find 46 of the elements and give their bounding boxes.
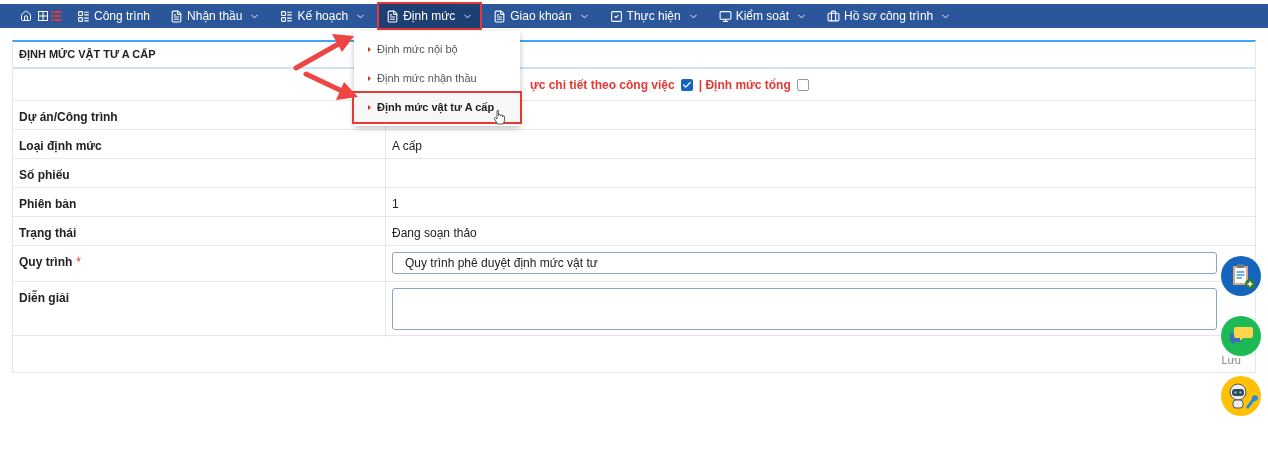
monitor-icon [718, 9, 732, 23]
form-title: ĐỊNH MỨC VẬT TƯ A CẤP [19, 47, 156, 63]
field-value: Đang soạn thảo [392, 226, 477, 240]
clipboard-add-icon[interactable] [1221, 256, 1261, 296]
grid-menu-icon[interactable] [38, 10, 62, 22]
nav-menu-item[interactable]: Kiểm soát [711, 4, 814, 28]
option-checkbox[interactable] [796, 78, 809, 91]
field-value: 1 [392, 197, 399, 211]
field-label: Loại định mức [19, 138, 102, 155]
description-field[interactable] [392, 288, 1217, 330]
option-label: | Định mức tổng [698, 76, 791, 94]
dropdown-menu-item[interactable]: Định mức nội bộ [354, 35, 520, 64]
document-icon [170, 9, 184, 23]
checkbox-icon [609, 9, 623, 23]
field-label: Diễn giải [19, 289, 69, 307]
document-icon [386, 9, 400, 23]
field-label: Phiên bản [19, 196, 77, 213]
option-label: ực chi tiết theo công việc [530, 76, 675, 94]
process-select[interactable]: Quy trình phê duyệt định mức vật tư [392, 252, 1217, 274]
field-value: A cấp [392, 139, 423, 153]
nav-menu-item[interactable]: Nhận thầu [163, 4, 268, 28]
grid-list-icon [77, 9, 90, 23]
robot-support-icon[interactable] [1221, 376, 1261, 416]
home-icon[interactable] [20, 10, 32, 22]
chat-icon[interactable] [1221, 316, 1261, 356]
nav-menu-item[interactable]: Định mức [379, 4, 481, 28]
document-icon [493, 9, 507, 23]
dropdown-menu-item[interactable]: Định mức nhận thầu [354, 64, 520, 93]
field-label: Dự án/Công trình [19, 109, 118, 126]
save-label[interactable]: Lưu [1221, 351, 1241, 368]
field-label: Trạng thái [19, 225, 77, 242]
field-label: Số phiếu [19, 167, 70, 184]
bullet-icon [368, 76, 371, 81]
option-checkbox[interactable] [680, 78, 693, 91]
briefcase-icon [827, 9, 840, 23]
nav-menu-item[interactable]: Kế hoạch [273, 4, 374, 28]
nav-menu-item[interactable]: Hồ sơ công trình [820, 4, 959, 28]
required-mark: * [76, 254, 81, 271]
nav-menu-item[interactable]: Công trình [70, 4, 158, 28]
field-label: Quy trình [19, 254, 73, 271]
bullet-icon [368, 47, 371, 52]
nav-menu-item[interactable]: Giao khoán [486, 4, 597, 28]
dropdown-menu-item[interactable]: Định mức vật tư A cấp [354, 93, 520, 122]
grid-list-icon [280, 9, 294, 23]
bullet-icon [368, 105, 371, 110]
nav-menu-item[interactable]: Thực hiện [602, 4, 706, 28]
